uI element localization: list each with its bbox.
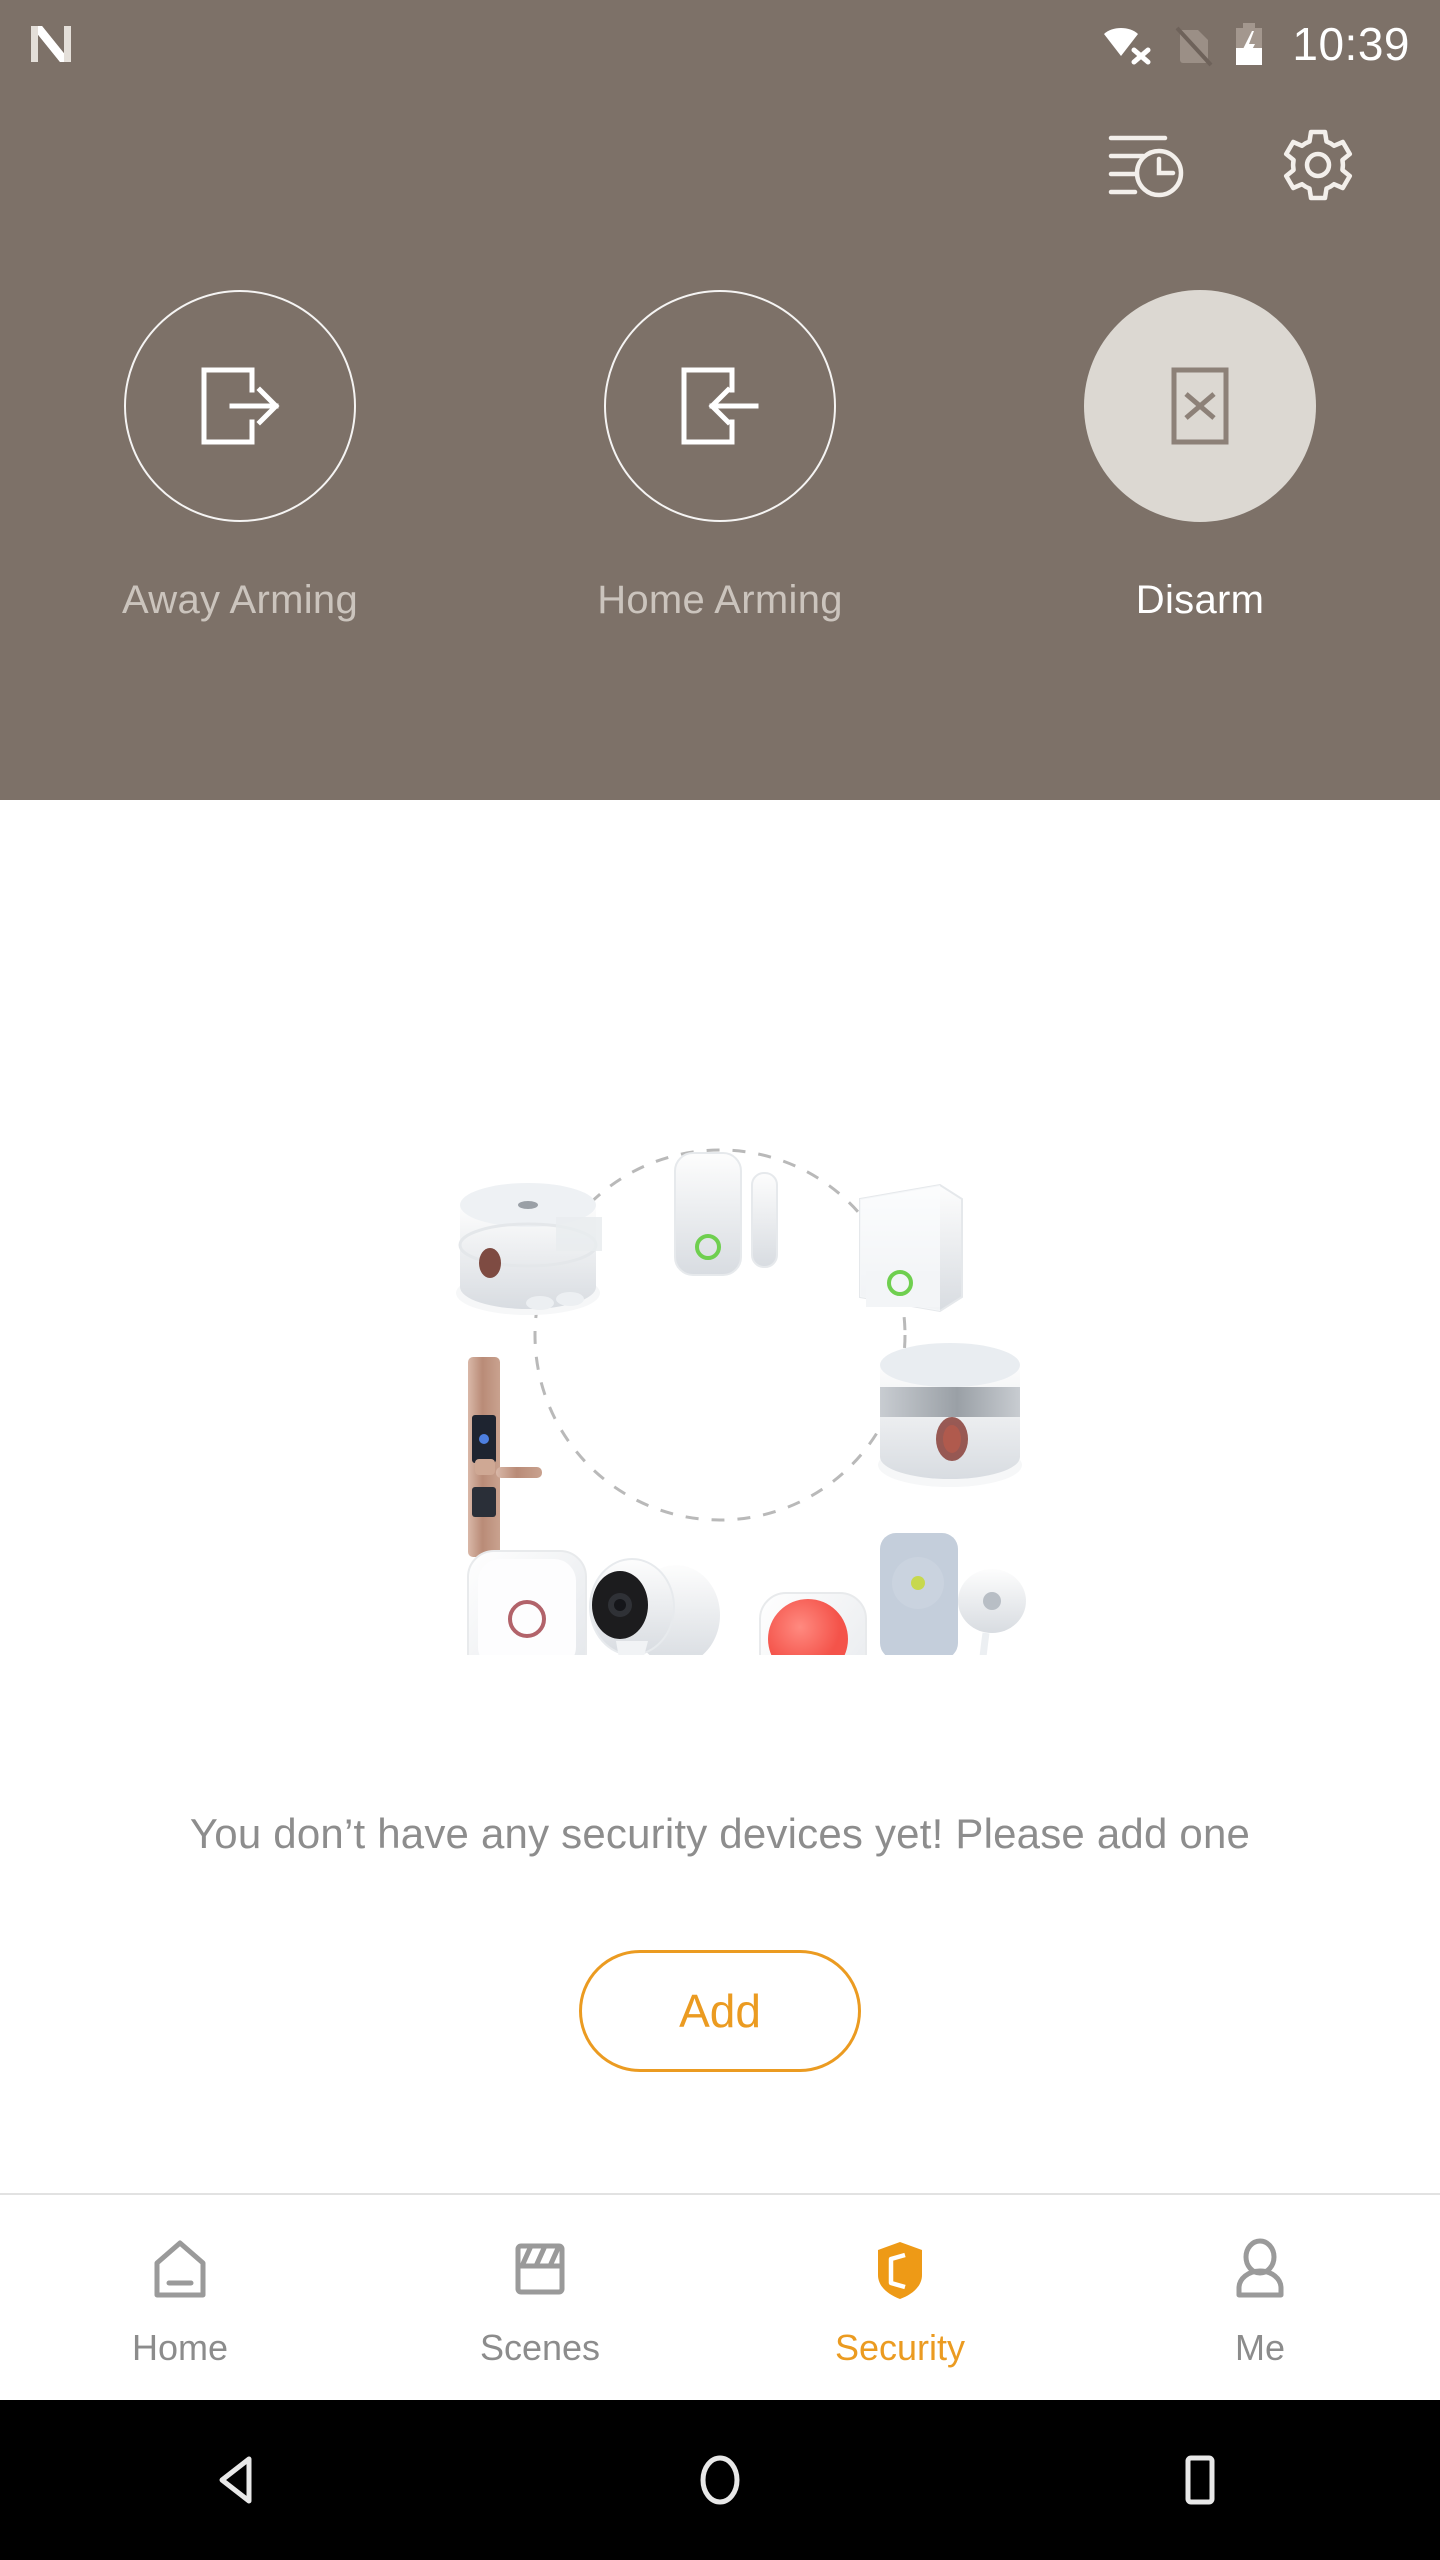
- person-outline-icon: [1236, 2238, 1284, 2297]
- history-log-button[interactable]: [1102, 121, 1190, 209]
- home-circle-icon: [700, 2455, 740, 2505]
- empty-state-illustration-wrap: [0, 1025, 1440, 1665]
- siren-alarm: [878, 1343, 1022, 1487]
- home-arming-circle: [604, 290, 836, 522]
- door-window-contact-sensor: [674, 1152, 778, 1276]
- tab-security-label: Security: [834, 2326, 966, 2368]
- arming-mode-disarm[interactable]: Disarm: [960, 290, 1440, 623]
- empty-state-message: You don’t have any security devices yet!…: [189, 1810, 1251, 1857]
- status-bar-left: [28, 20, 74, 68]
- security-main-content: You don’t have any security devices yet!…: [0, 800, 1440, 2193]
- house-outline-icon: [154, 2240, 206, 2297]
- android-status-bar: 10:39: [0, 0, 1440, 88]
- disarm-label: Disarm: [1135, 578, 1265, 622]
- tab-me-label: Me: [1234, 2326, 1285, 2368]
- indoor-camera: [589, 1558, 720, 1655]
- security-header-panel: 10:39 Away Arming Home Arming Disarm: [0, 0, 1440, 800]
- status-bar-clock: 10:39: [1292, 18, 1410, 70]
- sos-emergency-button: [759, 1592, 867, 1655]
- tab-home[interactable]: Home: [0, 2195, 360, 2400]
- arming-mode-row: Away Arming Home Arming Disarm: [0, 290, 1440, 623]
- android-back-button[interactable]: [0, 2445, 480, 2515]
- away-arming-circle: [124, 290, 356, 522]
- header-action-bar: [0, 110, 1440, 220]
- door-exit-arrow-right-icon: [201, 367, 280, 445]
- sim-card-disabled-icon: [1175, 26, 1213, 67]
- shield-icon: [878, 2241, 922, 2299]
- tab-home-label: Home: [131, 2326, 229, 2368]
- add-device-button[interactable]: Add: [579, 1950, 861, 2072]
- wifi-no-connection-icon: [1104, 28, 1151, 65]
- arming-mode-home[interactable]: Home Arming: [480, 290, 960, 623]
- clapperboard-icon: [515, 2243, 565, 2294]
- android-recents-button[interactable]: [960, 2445, 1440, 2515]
- motion-pir-sensor: [859, 1183, 963, 1313]
- door-enter-arrow-left-icon: [681, 367, 759, 445]
- disarm-circle: [1084, 290, 1316, 522]
- away-arming-label: Away Arming: [122, 578, 358, 622]
- tab-scenes-label: Scenes: [479, 2326, 601, 2368]
- android-navigation-bar: [0, 2400, 1440, 2560]
- door-cross-x-icon: [1171, 367, 1229, 445]
- ninja-n-logo: [31, 26, 71, 62]
- tab-security[interactable]: Security: [720, 2195, 1080, 2400]
- recents-square-icon: [1185, 2455, 1215, 2505]
- arming-mode-away[interactable]: Away Arming: [0, 290, 480, 623]
- history-log-icon: [1108, 135, 1184, 198]
- water-leak-sensor: [880, 1533, 1026, 1655]
- tab-me[interactable]: Me: [1080, 2195, 1440, 2400]
- home-arming-label: Home Arming: [597, 578, 843, 622]
- add-button-wrap: Add: [0, 1950, 1440, 2072]
- android-home-button[interactable]: [480, 2445, 960, 2515]
- status-bar-right: 10:39: [1100, 20, 1410, 68]
- back-triangle-icon: [219, 2456, 252, 2504]
- wireless-panel-button: [467, 1550, 587, 1655]
- battery-charging-icon: [1236, 23, 1263, 65]
- smoke-detector: [456, 1183, 602, 1315]
- smart-door-lock: [468, 1357, 542, 1557]
- security-devices-ring-illustration: [456, 1148, 1026, 1655]
- settings-gear-icon: [1283, 129, 1353, 201]
- settings-button[interactable]: [1274, 121, 1362, 209]
- tab-scenes[interactable]: Scenes: [360, 2195, 720, 2400]
- bottom-tab-bar: Home Scenes Security Me: [0, 2193, 1440, 2400]
